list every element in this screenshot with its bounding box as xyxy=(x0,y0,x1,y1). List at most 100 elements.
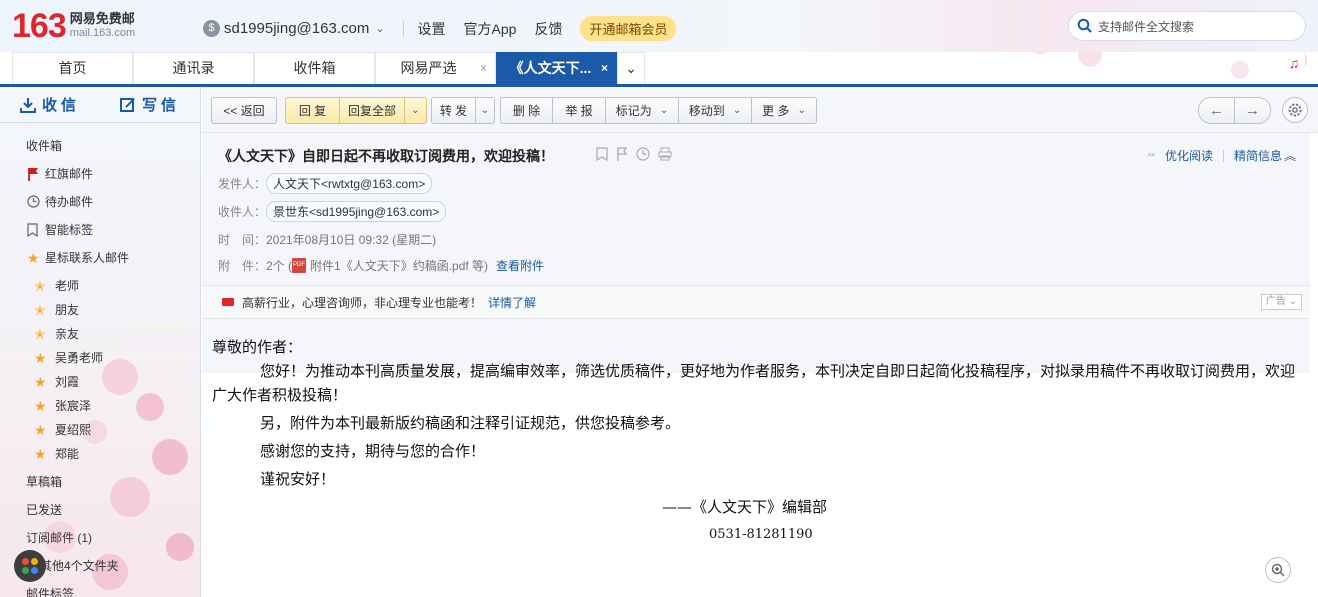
ad-link[interactable]: 详情了解 xyxy=(488,294,536,311)
reply-button[interactable]: 回 复 xyxy=(285,97,340,124)
logo[interactable]: 163 网易免费邮 mail.163.com xyxy=(12,8,135,44)
zoom-button[interactable] xyxy=(1265,557,1291,583)
reply-all-button[interactable]: 回复全部 xyxy=(339,97,405,124)
feedback-link[interactable]: 反馈 xyxy=(534,19,562,39)
chevron-up-icon[interactable]: ︽ xyxy=(1284,147,1296,164)
recipient-pill[interactable]: 景世东<sd1995jing@163.com> xyxy=(266,201,447,222)
tab-bar: 首页 通讯录 收件箱 网易严选 × 《人文天下... × ⌄ xyxy=(0,52,1318,85)
tab-contacts[interactable]: 通讯录 xyxy=(133,52,254,84)
sidebar-item-label: 夏绍熙 xyxy=(55,423,92,437)
sidebar-star-contact[interactable]: ★ 吴勇老师 xyxy=(0,346,200,370)
compose-button[interactable]: 写信 xyxy=(100,87,200,122)
settings-button[interactable] xyxy=(1282,97,1308,123)
star-icon: ★ xyxy=(34,398,47,414)
sidebar-item-drafts[interactable]: 草稿箱 xyxy=(0,470,200,494)
attachment-name[interactable]: 附件1《人文天下》约稿函.pdf 等) xyxy=(310,257,488,274)
more-label: 更 多 xyxy=(762,104,790,118)
star-icon: ★ xyxy=(34,422,47,438)
tab-yanxuan[interactable]: 网易严选 × xyxy=(375,52,496,84)
sidebar-item-smart-tags[interactable]: 智能标签 xyxy=(0,218,200,242)
sender-pill[interactable]: 人文天下<rwtxtg@163.com> xyxy=(266,173,433,194)
move-to-button[interactable]: 移动到 ⌄ xyxy=(678,97,752,124)
star-icon: ✭ xyxy=(34,278,46,294)
edit-icon xyxy=(119,97,135,112)
tab-home[interactable]: 首页 xyxy=(12,52,133,84)
report-button[interactable]: 举 报 xyxy=(552,97,606,124)
reply-dropdown[interactable]: ⌄ xyxy=(404,97,427,124)
sidebar-star-contact[interactable]: ★ 张宸泽 xyxy=(0,394,200,418)
delete-button[interactable]: 删 除 xyxy=(500,97,553,124)
logo-name: 网易免费邮 xyxy=(69,11,135,26)
sidebar-item-label: 已发送 xyxy=(26,503,63,517)
sidebar-star-contact[interactable]: ★ 郑能 xyxy=(0,442,200,466)
sidebar-item-label: 其他4个文件夹 xyxy=(40,559,119,573)
sidebar-item-subscriptions[interactable]: 订阅邮件 (1) xyxy=(0,526,200,550)
music-icon[interactable]: ♫ xyxy=(1283,52,1305,74)
more-button[interactable]: 更 多 ⌄ xyxy=(751,97,817,124)
print-icon[interactable] xyxy=(658,147,672,161)
optimize-read-link[interactable]: 优化阅读 xyxy=(1165,147,1213,164)
sidebar-item-label: 朋友 xyxy=(55,303,80,317)
sender-row: 发件人： 人文天下<rwtxtg@163.com> xyxy=(218,173,433,194)
ad-tag-label: 广告 xyxy=(1265,296,1286,307)
chevron-down-icon[interactable]: ⌄ xyxy=(375,22,384,35)
clock-icon[interactable] xyxy=(636,147,650,161)
official-app-link[interactable]: 官方App xyxy=(464,19,517,39)
next-mail-button[interactable]: → xyxy=(1234,97,1271,124)
ad-tag[interactable]: 广告 ⌄ xyxy=(1260,294,1302,310)
close-icon[interactable]: × xyxy=(480,53,487,84)
search-input[interactable]: 支持邮件全文搜索 xyxy=(1068,11,1306,41)
sidebar-item-sent[interactable]: 已发送 xyxy=(0,498,200,522)
sidebar: 收信 写信 收件箱 红旗邮件 待办邮件 智能标签 ★ 星标联系人邮件 ✭ 老师 ✭… xyxy=(0,87,201,597)
sidebar-item-label: 红旗邮件 xyxy=(45,167,94,181)
sidebar-star-contact[interactable]: ★ 夏绍熙 xyxy=(0,418,200,442)
tab-inbox[interactable]: 收件箱 xyxy=(254,52,375,84)
sidebar-star-relatives[interactable]: ✭ 亲友 xyxy=(0,322,200,346)
compose-label: 写信 xyxy=(141,97,180,114)
sidebar-item-label: 吴勇老师 xyxy=(55,351,104,365)
star-icon: ✭ xyxy=(34,302,46,318)
tab-more-dropdown[interactable]: ⌄ xyxy=(617,52,645,84)
body-greeting: 尊敬的作者： xyxy=(212,338,303,356)
forward-dropdown[interactable]: ⌄ xyxy=(475,97,495,124)
sidebar-item-label: 待办邮件 xyxy=(45,195,94,209)
close-icon[interactable]: × xyxy=(601,53,608,84)
settings-link[interactable]: 设置 xyxy=(418,19,446,39)
sidebar-item-inbox[interactable]: 收件箱 xyxy=(0,134,200,158)
flag-icon[interactable] xyxy=(616,147,628,161)
optimize-read-icon: ▫▫ xyxy=(1147,150,1155,161)
clock-icon xyxy=(27,195,40,208)
mark-as-button[interactable]: 标记为 ⌄ xyxy=(605,97,679,124)
bookmark-icon[interactable] xyxy=(596,147,608,161)
back-button[interactable]: << 返回 xyxy=(211,97,277,124)
prev-mail-button[interactable]: ← xyxy=(1198,97,1235,124)
brief-info-link[interactable]: 精简信息 xyxy=(1234,147,1282,164)
account-email[interactable]: sd1995jing@163.com xyxy=(224,20,369,37)
forward-button[interactable]: 转 发 xyxy=(431,97,476,124)
body-paragraph: 谨祝安好！ xyxy=(260,470,336,488)
apps-launcher-icon[interactable] xyxy=(14,550,46,582)
view-attachment-link[interactable]: 查看附件 xyxy=(496,257,544,274)
sidebar-star-contact[interactable]: ★ 刘霞 xyxy=(0,370,200,394)
sidebar-item-todo[interactable]: 待办邮件 xyxy=(0,190,200,214)
sidebar-item-label: 草稿箱 xyxy=(26,475,63,489)
star-icon: ✭ xyxy=(34,326,46,342)
sidebar-item-mail-tags[interactable]: 邮件标签 xyxy=(0,582,200,597)
ad-text[interactable]: 高薪行业，心理咨询师，非心理专业也能考！ xyxy=(242,294,482,311)
recipient-label: 收件人： xyxy=(218,205,267,219)
chevron-down-icon: ⌄ xyxy=(411,105,420,116)
sidebar-star-friends[interactable]: ✭ 朋友 xyxy=(0,298,200,322)
body-phone: 0531-81281190 xyxy=(709,527,813,542)
receive-button[interactable]: 收信 xyxy=(0,87,100,122)
vip-button[interactable]: 开通邮箱会员 xyxy=(580,16,677,41)
attachment-row: 附 件： 2个 ( PDF 附件1《人文天下》约稿函.pdf 等) 查看附件 xyxy=(218,257,544,274)
tab-current-mail[interactable]: 《人文天下... × xyxy=(496,52,617,84)
sender-label: 发件人： xyxy=(218,177,267,191)
sidebar-item-star-contacts[interactable]: ★ 星标联系人邮件 xyxy=(0,246,200,270)
body-paragraph: 您好！为推动本刊高质量发展，提高编审效率，筛选优质稿件，更好地为作者服务，本刊决… xyxy=(212,362,1296,404)
sidebar-item-flagged[interactable]: 红旗邮件 xyxy=(0,162,200,186)
sidebar-star-teacher[interactable]: ✭ 老师 xyxy=(0,274,200,298)
back-label: << 返回 xyxy=(223,104,265,118)
top-bar: 163 网易免费邮 mail.163.com $ sd1995jing@163.… xyxy=(0,0,1318,52)
star-icon: ★ xyxy=(34,350,47,366)
